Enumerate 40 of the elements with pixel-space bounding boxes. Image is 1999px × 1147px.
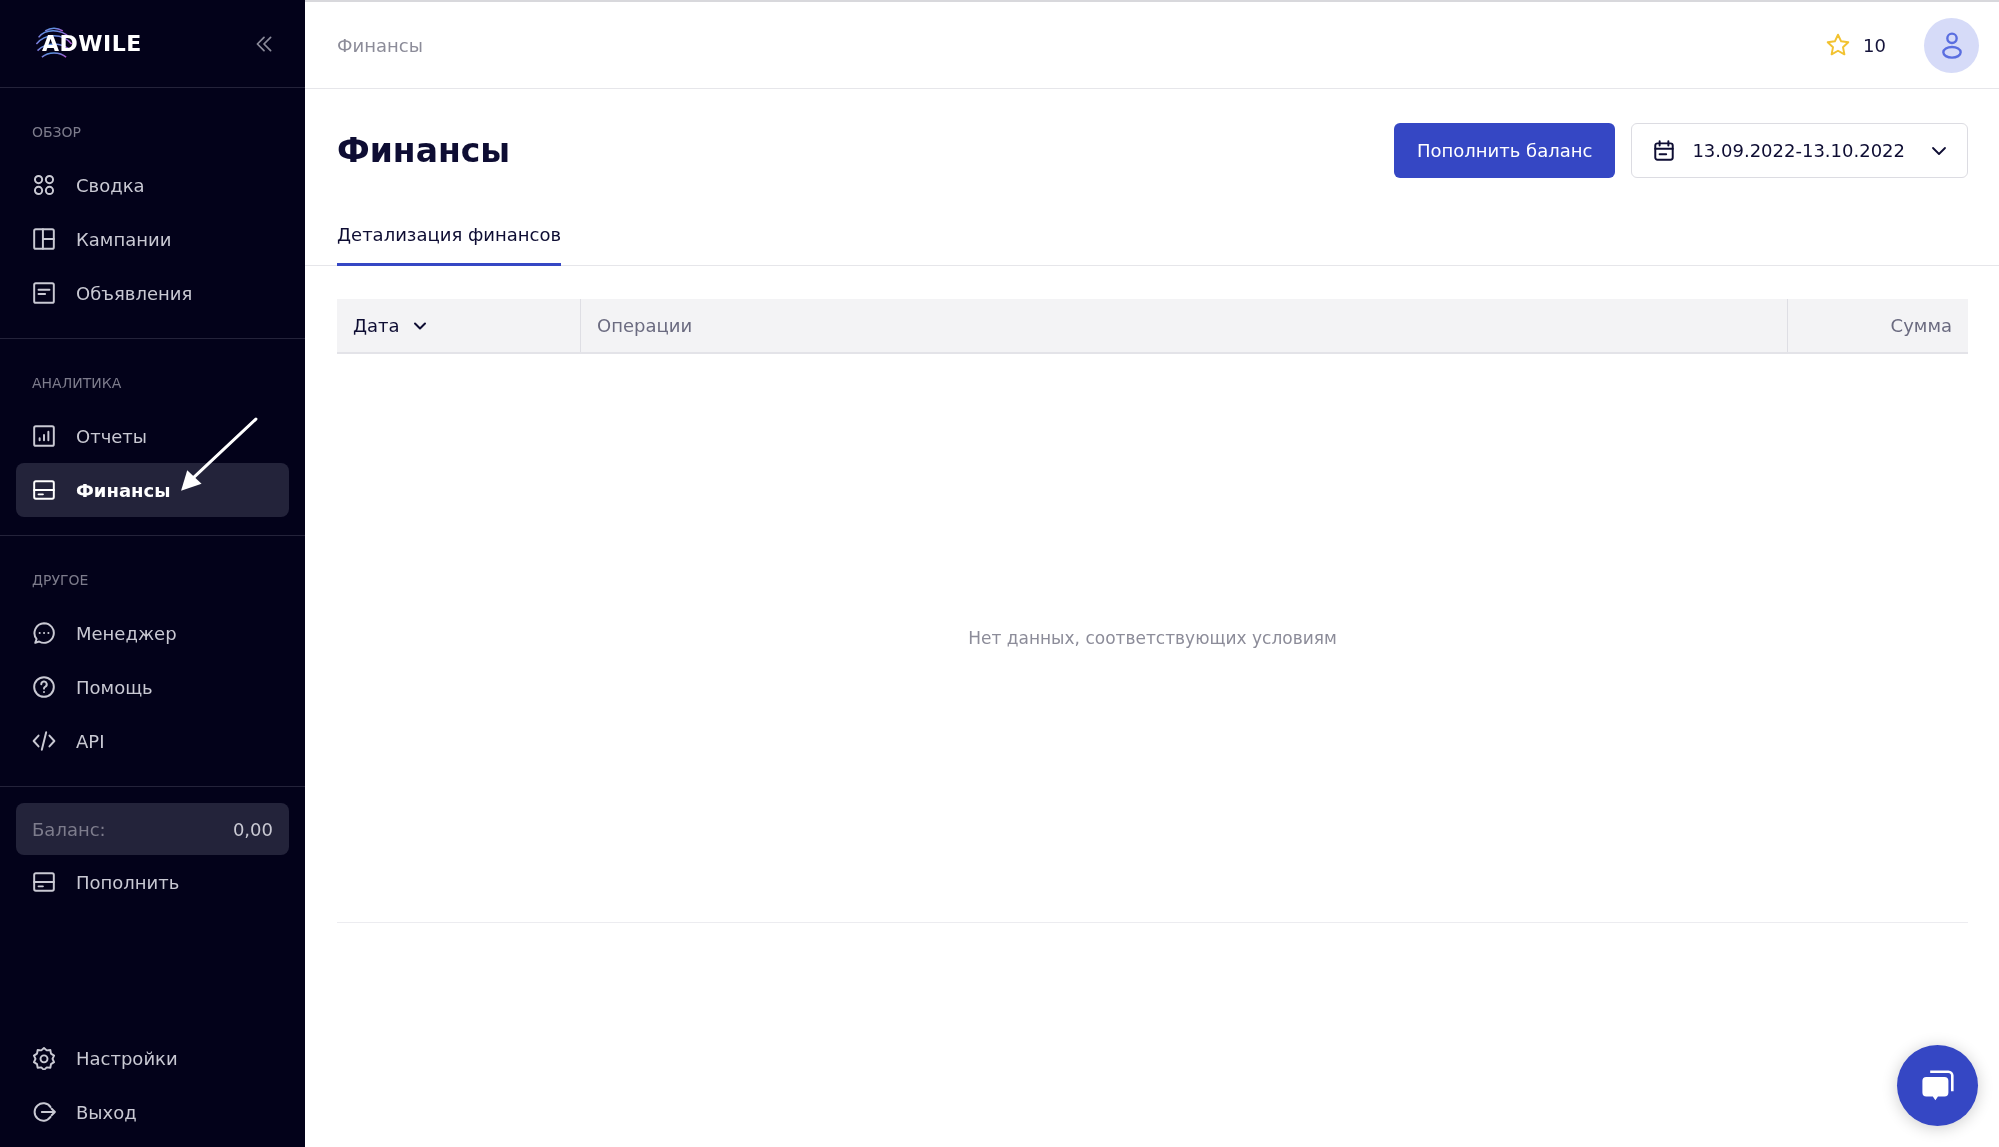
balance-label: Баланс: <box>32 818 106 840</box>
nav-item[interactable]: API <box>16 714 289 768</box>
top-up-button[interactable]: Пополнить баланс <box>1393 123 1616 178</box>
code-icon <box>32 729 56 753</box>
section-label: АНАЛИТИКА <box>31 374 123 393</box>
tab[interactable]: Детализация финансов <box>337 214 562 266</box>
empty-message: Нет данных, соответствующих условиям <box>968 628 1337 648</box>
chart-icon <box>32 424 56 448</box>
star-count: 10 <box>1863 34 1886 56</box>
nav-item[interactable]: Менеджер <box>16 606 289 660</box>
layout-icon <box>32 227 56 251</box>
top-up-link[interactable]: Пополнить <box>16 855 289 909</box>
nav-item[interactable]: Кампании <box>16 212 289 266</box>
nav-item[interactable]: Настройки <box>16 1031 289 1085</box>
calendar-icon <box>1652 138 1677 163</box>
chat-button[interactable] <box>1897 1045 1978 1126</box>
nav-item[interactable]: Отчеты <box>16 409 289 463</box>
column-header[interactable]: Дата <box>337 299 581 352</box>
nav-item[interactable]: Финансы <box>16 463 289 517</box>
nav-item[interactable]: Выход <box>16 1085 289 1139</box>
grid-icon <box>32 173 56 197</box>
card-icon <box>32 870 56 894</box>
page-title: Финансы <box>337 131 511 170</box>
nav-item[interactable]: Сводка <box>16 158 289 212</box>
chat-icon <box>32 621 56 645</box>
nav-item[interactable]: Объявления <box>16 266 289 320</box>
column-header: Сумма <box>1889 314 1953 338</box>
column-header: Операции <box>581 299 1788 352</box>
logout-icon <box>32 1100 56 1124</box>
help-icon <box>32 675 56 699</box>
section-label: ДРУГОЕ <box>31 571 90 590</box>
date-range-picker[interactable]: 13.09.2022-13.10.2022 <box>1631 123 1968 178</box>
star-icon <box>1825 32 1852 58</box>
balance-value: 0,00 <box>232 818 273 840</box>
document-icon <box>32 281 56 305</box>
gear-icon <box>32 1046 56 1070</box>
nav-item[interactable]: Помощь <box>16 660 289 714</box>
section-label: ОБЗОР <box>31 123 83 142</box>
breadcrumb: Финансы <box>337 34 423 56</box>
card-icon <box>32 478 56 502</box>
